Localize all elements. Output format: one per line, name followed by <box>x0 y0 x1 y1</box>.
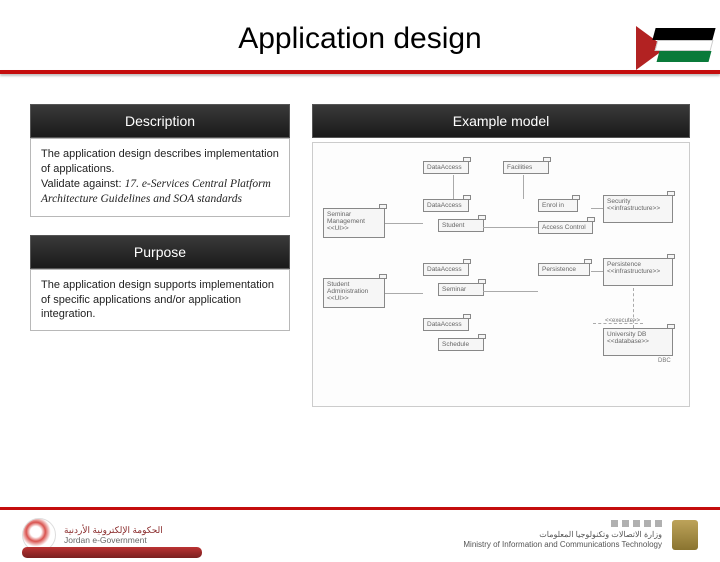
uml-facilities-top: Facilities <box>503 161 549 174</box>
uml-security: Security <<infrastructure>> <box>603 195 673 223</box>
uml-connector <box>385 293 423 294</box>
purpose-header: Purpose <box>30 235 290 269</box>
flag-stripe-white <box>655 40 714 51</box>
uml-student-admin: Student Administration <<UI>> <box>323 278 385 308</box>
footer-right-english: Ministry of Information and Communicatio… <box>463 540 662 550</box>
uml-data-access-top: DataAccess <box>423 161 469 174</box>
uml-connector <box>385 223 423 224</box>
uml-data-access-lower: DataAccess <box>423 263 469 276</box>
footer-squares-decoration <box>463 520 662 527</box>
flag-stripe-green <box>657 51 712 62</box>
uml-seminar-mgmt: Seminar Management <<UI>> <box>323 208 385 238</box>
description-line1: The application design describes impleme… <box>41 148 279 175</box>
footer-left-english: Jordan e-Government <box>64 535 163 545</box>
footer-tagline-bar <box>22 547 202 558</box>
footer-logo-right: وزارة الاتصالات وتكنولوجيا المعلومات Min… <box>463 520 698 550</box>
content-area: Description The application design descr… <box>0 104 720 407</box>
example-model-diagram: DataAccess Facilities Seminar Management… <box>312 142 690 407</box>
uml-persistence-label: Persistence <box>538 263 590 276</box>
ministry-crest-icon <box>672 520 698 550</box>
uml-data-access-bottom: DataAccess <box>423 318 469 331</box>
uml-persistence: Persistence <<infrastructure>> <box>603 258 673 286</box>
description-validate-prefix: Validate against: <box>41 178 125 190</box>
uml-access-control: Access Control <box>538 221 593 234</box>
purpose-section: Purpose The application design supports … <box>30 235 290 332</box>
uml-connector <box>453 175 454 199</box>
uml-schedule: Schedule <box>438 338 484 351</box>
footer-right-arabic: وزارة الاتصالات وتكنولوجيا المعلومات <box>463 530 662 540</box>
uml-dbc-label: DBC <box>658 358 671 364</box>
footer: الحكومة الإلكترونية الأردنية Jordan e-Go… <box>0 507 720 562</box>
uml-enrolin: Enrol in <box>538 199 578 212</box>
description-section: Description The application design descr… <box>30 104 290 217</box>
description-header: Description <box>30 104 290 138</box>
uml-connector-dashed <box>593 323 643 324</box>
purpose-body: The application design supports implemen… <box>30 269 290 332</box>
uml-connector <box>483 227 538 228</box>
right-column: Example model DataAccess Facilities Semi… <box>312 104 690 407</box>
left-column: Description The application design descr… <box>30 104 290 407</box>
footer-left-arabic: الحكومة الإلكترونية الأردنية <box>64 525 163 536</box>
uml-connector <box>591 208 603 209</box>
flag-corner-decoration <box>610 22 720 92</box>
uml-connector <box>523 175 524 199</box>
uml-connector-dashed <box>633 288 634 328</box>
uml-seminar: Seminar <box>438 283 484 296</box>
uml-connector <box>591 271 603 272</box>
uml-university-db: University DB <<database>> <box>603 328 673 356</box>
description-body: The application design describes impleme… <box>30 138 290 217</box>
uml-student: Student <box>438 219 484 232</box>
uml-connector <box>483 291 538 292</box>
uml-data-access-mid: DataAccess <box>423 199 469 212</box>
footer-right-text-block: وزارة الاتصالات وتكنولوجيا المعلومات Min… <box>463 520 662 549</box>
footer-left-text-block: الحكومة الإلكترونية الأردنية Jordan e-Go… <box>64 525 163 546</box>
example-model-header: Example model <box>312 104 690 138</box>
flag-stripe-black <box>652 28 715 40</box>
